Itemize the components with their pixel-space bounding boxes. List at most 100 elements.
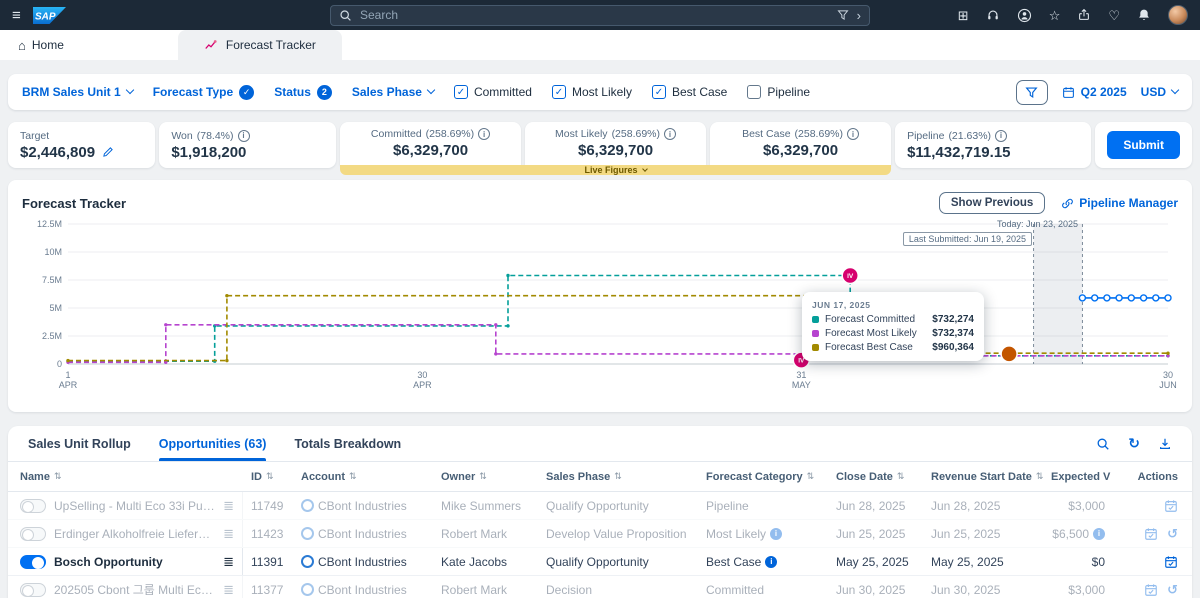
table-row[interactable]: Bosch Opportunity≣ 11391 CBont Industrie… xyxy=(8,548,1192,576)
col-account[interactable]: Account⇅ xyxy=(293,462,433,491)
search-bar[interactable]: › xyxy=(330,5,870,26)
sales-phase-select[interactable]: Sales Phase xyxy=(352,85,434,99)
sap-logo[interactable]: SAP xyxy=(33,7,66,24)
info-icon[interactable]: i xyxy=(1093,528,1105,540)
forecast-type-filter[interactable]: Forecast Type✓ xyxy=(153,85,254,100)
submit-button[interactable]: Submit xyxy=(1107,131,1180,159)
col-forecast-category[interactable]: Forecast Category⇅ xyxy=(698,462,828,491)
col-id[interactable]: ID⇅ xyxy=(243,462,293,491)
search-filter-icon[interactable] xyxy=(837,9,849,21)
svg-text:JUN: JUN xyxy=(1159,380,1177,390)
tab-forecast-tracker[interactable]: Forecast Tracker xyxy=(178,30,342,60)
svg-text:APR: APR xyxy=(413,380,432,390)
forecast-tracker-icon xyxy=(204,38,218,52)
chart-title: Forecast Tracker xyxy=(22,196,126,211)
schedule-action-icon[interactable] xyxy=(1164,555,1178,569)
menu-icon[interactable]: ≡ xyxy=(12,8,21,23)
show-previous-button[interactable]: Show Previous xyxy=(939,192,1045,214)
headset-icon[interactable] xyxy=(986,8,1000,22)
adapt-filters-button[interactable] xyxy=(1016,80,1048,105)
info-icon[interactable]: i xyxy=(664,128,676,140)
search-input[interactable] xyxy=(360,8,829,22)
schedule-action-icon[interactable] xyxy=(1164,499,1178,513)
target-value: $2,446,809 xyxy=(20,144,95,161)
table-refresh-icon[interactable]: ↻ xyxy=(1128,435,1140,452)
checkbox-pipeline[interactable]: ✓Pipeline xyxy=(747,85,810,99)
revenue-start-date-value: Jun 30, 2025 xyxy=(923,576,1043,598)
calendar-icon xyxy=(1062,86,1075,99)
target-label: Target xyxy=(20,130,49,142)
checkbox-committed-label: Committed xyxy=(474,85,532,99)
tab-totals-breakdown[interactable]: Totals Breakdown xyxy=(294,426,401,461)
quarter-select[interactable]: Q2 2025 xyxy=(1062,85,1127,99)
forecast-chart[interactable]: 12.5M10M7.5M5M2.5M01APR30APR31MAY30JUNIV… xyxy=(22,218,1178,392)
kpi-won: Won(78.4%)i $1,918,200 xyxy=(159,122,336,168)
info-icon[interactable]: i xyxy=(847,128,859,140)
info-icon[interactable]: i xyxy=(770,528,782,540)
col-expected-value[interactable]: Expected V⇅ xyxy=(1043,462,1113,491)
close-date-value: Jun 25, 2025 xyxy=(828,520,923,547)
svg-text:10M: 10M xyxy=(44,247,62,257)
status-filter[interactable]: Status2 xyxy=(274,85,332,100)
heart-icon[interactable]: ♡ xyxy=(1108,9,1120,22)
include-toggle[interactable] xyxy=(20,527,46,541)
table-export-icon[interactable] xyxy=(1158,437,1172,451)
currency-select[interactable]: USD xyxy=(1141,85,1178,99)
table-row[interactable]: 202505 Cbont 그룹 Multi Eco 파이...≣ 11377 C… xyxy=(8,576,1192,598)
table-row[interactable]: Erdinger Alkoholfreie Lieferung≣ 11423 C… xyxy=(8,520,1192,548)
user-avatar[interactable] xyxy=(1168,5,1188,25)
info-icon[interactable]: i xyxy=(238,130,250,142)
col-sales-phase[interactable]: Sales Phase⇅ xyxy=(538,462,698,491)
live-figures-banner[interactable]: Live Figures xyxy=(340,165,891,175)
checkbox-committed[interactable]: ✓Committed xyxy=(454,85,532,99)
info-icon[interactable]: i xyxy=(765,556,777,568)
sales-unit-select[interactable]: BRM Sales Unit 1 xyxy=(22,85,133,99)
owner-name: Robert Mark xyxy=(433,576,538,598)
checkbox-most-likely[interactable]: ✓Most Likely xyxy=(552,85,632,99)
schedule-action-icon[interactable] xyxy=(1144,527,1158,541)
opportunity-id: 11377 xyxy=(243,576,293,598)
bell-icon[interactable] xyxy=(1137,8,1151,22)
checkbox-best-case[interactable]: ✓Best Case xyxy=(652,85,727,99)
svg-text:30: 30 xyxy=(1163,370,1173,380)
account-icon xyxy=(301,555,314,568)
close-date-value: May 25, 2025 xyxy=(828,548,923,575)
shell-bar: ≡ SAP › ⊞ ☆ ♡ xyxy=(0,0,1200,30)
col-close-date[interactable]: Close Date⇅ xyxy=(828,462,923,491)
sales-phase-value: Develop Value Proposition xyxy=(538,520,698,547)
tab-opportunities[interactable]: Opportunities (63) xyxy=(159,426,267,461)
svg-text:1: 1 xyxy=(65,370,70,380)
row-menu-icon[interactable]: ≣ xyxy=(223,554,234,570)
assistant-icon[interactable] xyxy=(1017,8,1032,23)
pipeline-manager-link[interactable]: Pipeline Manager xyxy=(1061,196,1178,210)
pipeline-manager-label: Pipeline Manager xyxy=(1079,196,1178,210)
tooltip-value: $732,374 xyxy=(932,328,974,339)
table-row[interactable]: UpSelling - Multi Eco 33i Pump≣ 11749 CB… xyxy=(8,492,1192,520)
col-revenue-start-date[interactable]: Revenue Start Date⇅ xyxy=(923,462,1043,491)
row-menu-icon[interactable]: ≣ xyxy=(223,582,234,598)
nav-home[interactable]: ⌂ Home xyxy=(0,30,82,60)
col-name[interactable]: Name⇅ xyxy=(8,462,243,491)
svg-text:MAY: MAY xyxy=(792,380,811,390)
reset-action-icon[interactable]: ↺ xyxy=(1167,583,1178,596)
table-search-icon[interactable] xyxy=(1096,437,1110,451)
best-case-percent: (258.69%) xyxy=(795,128,843,140)
share-icon[interactable] xyxy=(1077,8,1091,22)
search-expand-icon[interactable]: › xyxy=(857,8,861,23)
col-owner[interactable]: Owner⇅ xyxy=(433,462,538,491)
star-icon[interactable]: ☆ xyxy=(1049,9,1061,22)
account-name: CBont Industries xyxy=(318,499,407,513)
info-icon[interactable]: i xyxy=(478,128,490,140)
edit-target-icon[interactable] xyxy=(102,146,114,158)
schedule-action-icon[interactable] xyxy=(1144,583,1158,597)
row-menu-icon[interactable]: ≣ xyxy=(223,526,234,542)
row-menu-icon[interactable]: ≣ xyxy=(223,498,234,514)
grid-icon[interactable]: ⊞ xyxy=(958,9,969,22)
kpi-strip: Target $2,446,809 Won(78.4%)i $1,918,200… xyxy=(8,122,1192,168)
tab-sales-unit-rollup[interactable]: Sales Unit Rollup xyxy=(28,426,131,461)
reset-action-icon[interactable]: ↺ xyxy=(1167,527,1178,540)
info-icon[interactable]: i xyxy=(995,130,1007,142)
include-toggle[interactable] xyxy=(20,583,46,597)
include-toggle[interactable] xyxy=(20,555,46,569)
include-toggle[interactable] xyxy=(20,499,46,513)
